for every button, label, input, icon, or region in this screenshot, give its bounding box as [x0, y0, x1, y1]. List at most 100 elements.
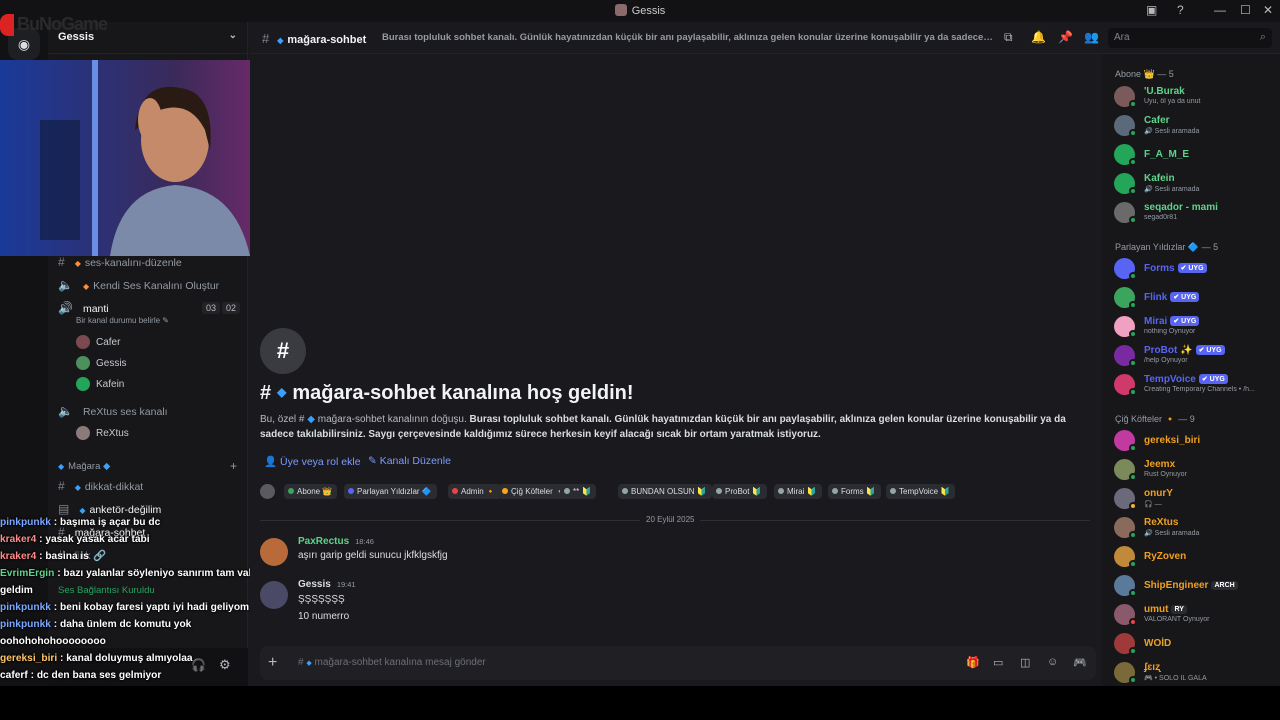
- channel-ses-duzenle[interactable]: # ◆ ses-kanalını-düzenle: [58, 255, 182, 269]
- member-name: onurY: [1144, 488, 1173, 499]
- member-item[interactable]: WOİD: [1114, 631, 1276, 657]
- member-list: Abone 👑 — 5 Parlayan Yıldızlar 🔷 — 5 Çiğ…: [1102, 54, 1280, 720]
- member-item[interactable]: RyZoven: [1114, 544, 1276, 570]
- voice-user[interactable]: Kafein: [76, 377, 124, 391]
- stream-chat-line: EvrimErgin : bazı yalanlar söyleniyo san…: [0, 565, 279, 582]
- voice-user[interactable]: Cafer: [76, 335, 120, 349]
- bell-icon[interactable]: 🔔: [1031, 30, 1046, 44]
- role-pill[interactable]: BUNDAN OLSUN 🔰: [618, 484, 712, 499]
- member-name-text: umut: [1144, 604, 1169, 615]
- maximize-button[interactable]: ☐: [1240, 3, 1251, 17]
- member-name-text: ʄɛıʐ: [1144, 662, 1161, 673]
- search-input[interactable]: Ara ⌕: [1108, 28, 1272, 48]
- member-item[interactable]: Flink ✔ UYG: [1114, 285, 1276, 311]
- role-pill[interactable]: Parlayan Yıldızlar 🔷: [344, 484, 437, 499]
- composer-placeholder: # ◆ mağara-sohbet kanalına mesaj gönder: [298, 657, 486, 668]
- speaker-icon: 🔈: [58, 278, 73, 292]
- stream-chat-text: : daha ünlem dc komutu yok: [53, 619, 192, 630]
- threads-icon[interactable]: ⧉: [1004, 30, 1013, 45]
- role-pill[interactable]: ** 🔰: [560, 484, 597, 499]
- welcome-description: Bu, özel # ◆ mağara-sohbet kanalının doğ…: [260, 412, 1070, 442]
- member-name-text: RyZoven: [1144, 551, 1187, 562]
- member-item[interactable]: seqador - mami segad0r81: [1114, 200, 1276, 226]
- search-placeholder: Ara: [1114, 32, 1130, 43]
- role-pill[interactable]: ProBot 🔰: [712, 484, 767, 499]
- inbox-icon[interactable]: ▣: [1146, 3, 1157, 17]
- member-item[interactable]: Cafer 🔊 Sesli aramada: [1114, 113, 1276, 139]
- member-item[interactable]: umut RY VALORANT Oynuyor: [1114, 602, 1276, 628]
- role-pill[interactable]: Mirai 🔰: [774, 484, 822, 499]
- role-pill[interactable]: Forms 🔰: [828, 484, 881, 499]
- close-button[interactable]: ✕: [1263, 3, 1273, 17]
- help-icon[interactable]: ?: [1177, 3, 1184, 17]
- sticker-icon[interactable]: ◫: [1020, 656, 1030, 669]
- member-item[interactable]: Forms ✔ UYG: [1114, 256, 1276, 282]
- gif-icon[interactable]: ▭: [993, 656, 1003, 669]
- minimize-button[interactable]: —: [1214, 3, 1226, 17]
- presence-dot-icon: [1129, 676, 1137, 684]
- message-author[interactable]: Gessis 19:41: [298, 579, 356, 590]
- member-item[interactable]: F_A_M_E: [1114, 142, 1276, 168]
- game-icon[interactable]: 🎮: [1073, 656, 1087, 669]
- member-item[interactable]: Jeemx Rust Oynuyor: [1114, 457, 1276, 483]
- voice-status[interactable]: Bir kanal durumu belirle ✎: [76, 316, 169, 325]
- voice-user[interactable]: Gessis: [76, 356, 127, 370]
- category-magara[interactable]: ◆ Mağara ◆: [58, 461, 110, 472]
- presence-dot-icon: [1129, 272, 1137, 280]
- avatar: [76, 426, 90, 440]
- window-title: Gessis: [0, 4, 1280, 17]
- presence-dot-icon: [1129, 502, 1137, 510]
- channel-kendi-ses[interactable]: 🔈 ◆ Kendi Ses Kanalını Oluştur: [58, 278, 219, 292]
- channel-rextus[interactable]: 🔈 ReXtus ses kanalı: [58, 404, 168, 418]
- presence-dot-icon: [1129, 301, 1137, 309]
- member-tag: ARCH: [1211, 581, 1238, 590]
- presence-dot-icon: [1129, 531, 1137, 539]
- message-text: aşırı garip geldi sunucu jkfklgskfjg: [298, 550, 448, 561]
- member-item[interactable]: 'U.Burak Uyu, öl ya da unut: [1114, 84, 1276, 110]
- composer-placeholder-text: mağara-sohbet kanalına mesaj gönder: [314, 657, 486, 668]
- channel-manti[interactable]: 🔊 manti: [58, 301, 109, 315]
- chevron-down-icon[interactable]: ⌄: [229, 30, 237, 41]
- edit-channel-button[interactable]: ✎ Kanalı Düzenle: [368, 455, 451, 467]
- message-text: 10 numerro: [298, 611, 350, 622]
- plus-icon[interactable]: +: [268, 654, 277, 672]
- channel-label: manti: [82, 303, 109, 315]
- voice-user[interactable]: ReXtus: [76, 426, 129, 440]
- member-item[interactable]: ReXtus 🔊 Sesli aramada: [1114, 515, 1276, 541]
- member-item[interactable]: gereksi_biri: [1114, 428, 1276, 454]
- channel-label: ses-kanalını-düzenle: [84, 257, 182, 269]
- create-channel-plus-icon[interactable]: +: [230, 459, 237, 473]
- member-name: Forms ✔ UYG: [1144, 263, 1207, 274]
- channel-topic[interactable]: Burası topluluk sohbet kanalı. Günlük ha…: [382, 32, 994, 43]
- channel-dikkat[interactable]: # ◆ dikkat-dikkat: [58, 479, 143, 493]
- role-pill[interactable]: Abone 👑: [284, 484, 338, 499]
- desc-prefix: Bu, özel #: [260, 414, 308, 425]
- avatar[interactable]: [260, 581, 288, 609]
- role-pill[interactable]: TempVoice 🔰: [886, 484, 956, 499]
- member-name: gereksi_biri: [1144, 435, 1200, 446]
- member-item[interactable]: Mirai ✔ UYG nothing Oynuyor: [1114, 314, 1276, 340]
- member-name: TempVoice ✔ UYG: [1144, 374, 1228, 385]
- channel-label: Kendi Ses Kanalını Oluştur: [93, 280, 220, 292]
- member-item[interactable]: TempVoice ✔ UYG Creating Temporary Channel…: [1114, 372, 1276, 398]
- role-pill[interactable]: Admin 🔸: [448, 484, 501, 499]
- voice-user-name: ReXtus: [96, 427, 129, 439]
- brand-watermark: BuNoGame: [0, 14, 130, 40]
- channel-header: # ◆ mağara-sohbet Burası topluluk sohbet k…: [250, 22, 1280, 54]
- member-item[interactable]: ShipEngineer ARCH: [1114, 573, 1276, 599]
- message-composer[interactable]: + # ◆ mağara-sohbet kanalına mesaj gönde…: [260, 646, 1096, 680]
- member-item[interactable]: Kafein 🔊 Sesli aramada: [1114, 171, 1276, 197]
- message-author[interactable]: PaxRectus 18:46: [298, 536, 374, 547]
- members-icon[interactable]: 👥: [1084, 30, 1099, 44]
- pin-icon[interactable]: 📌: [1058, 30, 1073, 44]
- add-member-button[interactable]: 👤 Üye veya rol ekle: [264, 455, 361, 468]
- member-item[interactable]: ProBot ✨ ✔ UYG/help Oynuyor: [1114, 343, 1276, 369]
- emoji-icon[interactable]: ☺: [1047, 656, 1058, 668]
- avatar: [260, 484, 275, 499]
- avatar[interactable]: [260, 538, 288, 566]
- member-item[interactable]: ʄɛıʐ 🎮 • SOLO İL GALA: [1114, 660, 1276, 686]
- gift-icon[interactable]: 🎁: [966, 656, 980, 669]
- member-item[interactable]: onurY 🎧 —: [1114, 486, 1276, 512]
- member-name-text: Jeemx: [1144, 459, 1176, 470]
- category-label: Mağara: [68, 461, 101, 472]
